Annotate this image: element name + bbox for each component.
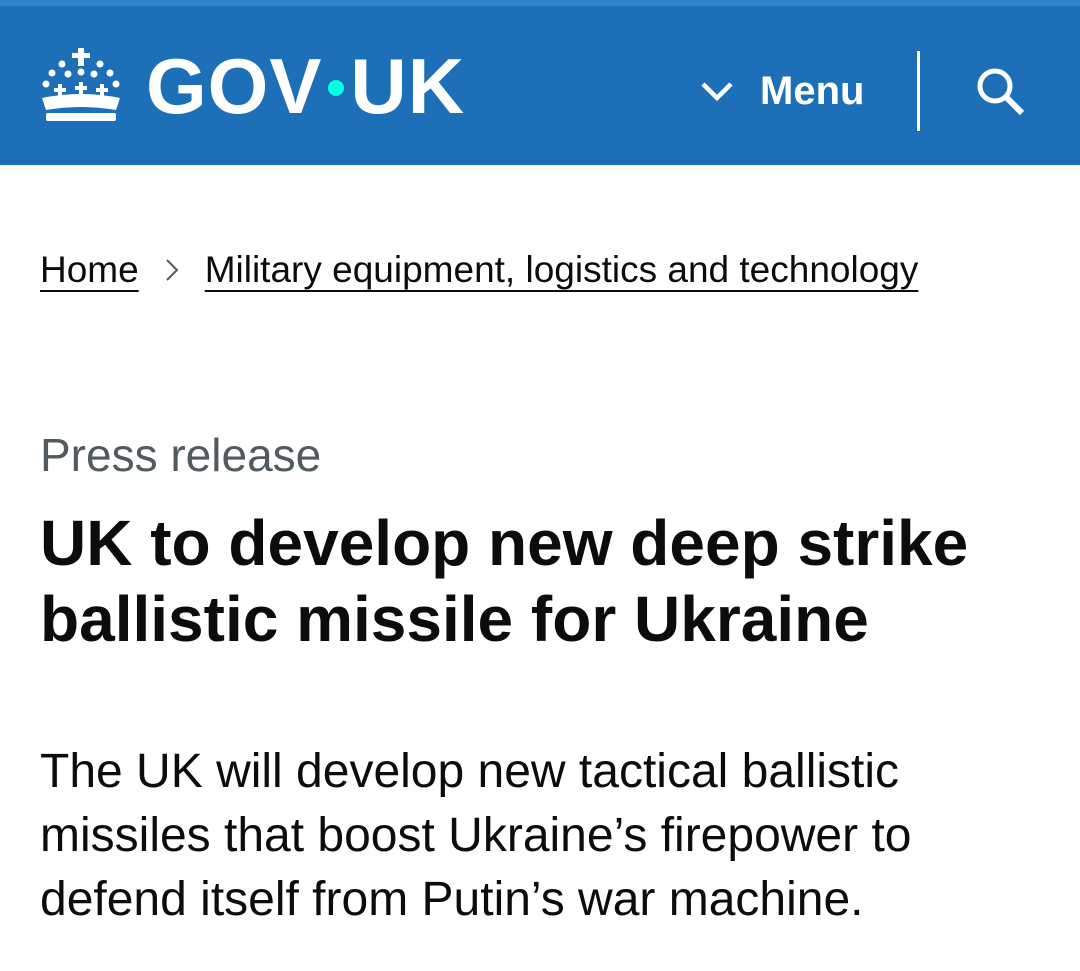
page-caption: Press release xyxy=(40,429,322,481)
logo-text-uk: UK xyxy=(350,42,466,130)
search-button[interactable] xyxy=(970,64,1030,118)
govuk-logo-link[interactable]: GOV UK xyxy=(38,46,465,126)
logo-text-gov: GOV xyxy=(146,42,323,130)
site-header: GOV UK Menu xyxy=(0,0,1080,165)
header-divider xyxy=(917,51,920,131)
menu-label: Menu xyxy=(760,68,865,113)
search-icon xyxy=(977,68,1025,116)
breadcrumb: Home Military equipment, logistics and t… xyxy=(40,240,1040,300)
breadcrumb-home-link[interactable]: Home xyxy=(40,249,139,291)
lead-paragraph: The UK will develop new tactical ballist… xyxy=(40,745,912,926)
page-title: UK to develop new deep strike ballistic … xyxy=(40,507,969,655)
logo-dot xyxy=(328,80,345,96)
breadcrumb-category-link[interactable]: Military equipment, logistics and techno… xyxy=(205,249,919,291)
crown-icon xyxy=(42,48,120,121)
menu-button[interactable]: Menu xyxy=(700,64,864,118)
chevron-down-icon xyxy=(701,82,733,102)
chevron-right-icon xyxy=(165,259,179,281)
logo-text: GOV UK xyxy=(146,46,465,126)
